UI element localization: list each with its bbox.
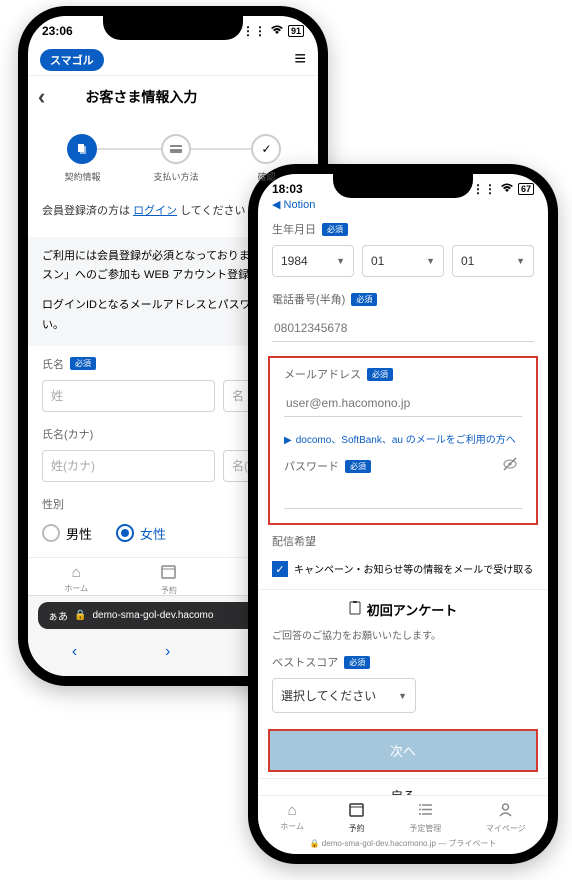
- document-icon: [67, 134, 97, 164]
- check-icon: ✓: [251, 134, 281, 164]
- battery-icon: 91: [288, 25, 304, 37]
- calendar-icon: [349, 802, 364, 821]
- back-icon[interactable]: ‹: [72, 643, 77, 666]
- bestscore-label: ベストスコア 必須: [258, 650, 548, 674]
- signal-icon: ⋮⋮: [472, 182, 496, 196]
- tab-mypage[interactable]: マイページ: [486, 802, 526, 834]
- calendar-icon: [161, 564, 176, 583]
- bestscore-select[interactable]: 選択してください ▼: [272, 678, 416, 713]
- chevron-down-icon: ▼: [516, 256, 525, 266]
- notch: [103, 14, 243, 40]
- time: 23:06: [42, 24, 73, 38]
- user-icon: [498, 802, 513, 821]
- required-badge: 必須: [322, 223, 348, 236]
- tab-home[interactable]: ⌂ ホーム: [64, 564, 88, 596]
- phone-input[interactable]: [272, 315, 534, 342]
- required-badge: 必須: [70, 357, 96, 370]
- carrier-note-link[interactable]: ▶docomo、SoftBank、au のメールをご利用の方へ: [270, 427, 536, 454]
- radio-male[interactable]: 男性: [42, 524, 92, 543]
- chevron-down-icon: ▼: [398, 691, 407, 701]
- required-badge: 必須: [344, 656, 370, 669]
- email-label: メールアドレス 必須: [270, 362, 536, 386]
- card-icon: [161, 134, 191, 164]
- survey-title: 初回アンケート: [258, 589, 548, 623]
- forward-icon[interactable]: ›: [165, 643, 170, 666]
- eye-off-icon[interactable]: [502, 456, 518, 475]
- tab-reserve[interactable]: 予約: [349, 802, 365, 834]
- next-button[interactable]: 次へ: [268, 729, 538, 772]
- tab-schedule[interactable]: 予定管理: [409, 802, 441, 834]
- text-size-icon[interactable]: ぁあ: [48, 608, 68, 623]
- phone-label: 電話番号(半角) 必須: [258, 287, 548, 311]
- stepper: 契約情報 支払い方法 ✓ 確認: [28, 118, 318, 193]
- password-label: パスワード 必須: [270, 454, 536, 478]
- required-badge: 必須: [345, 460, 371, 473]
- menu-icon[interactable]: ≡: [294, 48, 306, 71]
- consent-checkbox-row[interactable]: ✓ キャンペーン・お知らせ等の情報をメールで受け取る: [258, 553, 548, 585]
- step-confirm: ✓ 確認: [251, 134, 281, 183]
- app-header: スマゴル ≡: [28, 42, 318, 76]
- page-title-row: ‹ お客さま情報入力: [28, 76, 318, 118]
- day-select[interactable]: 01▼: [452, 245, 534, 277]
- consent-label: 配信希望: [258, 529, 548, 553]
- home-icon: ⌂: [72, 564, 81, 581]
- password-input[interactable]: [284, 482, 522, 509]
- app-tabbar: ⌂ ホーム 予約 予定管理 マイページ: [258, 795, 548, 840]
- chevron-down-icon: ▼: [426, 256, 435, 266]
- caret-right-icon: ▶: [284, 435, 292, 446]
- year-select[interactable]: 1984▼: [272, 245, 354, 277]
- survey-desc: ご回答のご協力をお願いいたします。: [258, 623, 548, 650]
- phone-right: 18:03 ⋮⋮ 67 ◀ Notion 生年月日 必須 1984▼ 01▼ 0…: [248, 164, 558, 864]
- url-text: demo-sma-gol-dev.hacomo: [92, 610, 213, 621]
- login-link[interactable]: ログイン: [133, 205, 177, 217]
- back-nav[interactable]: ◀ Notion: [258, 198, 548, 217]
- lastname-input[interactable]: [42, 380, 215, 412]
- radio-female[interactable]: 女性: [116, 524, 166, 543]
- time: 18:03: [272, 182, 303, 196]
- list-icon: [418, 802, 433, 821]
- tab-reserve[interactable]: 予約: [161, 564, 177, 596]
- chevron-down-icon: ▼: [336, 256, 345, 266]
- required-badge: 必須: [367, 368, 393, 381]
- page-title: お客さま情報入力: [85, 87, 197, 107]
- required-badge: 必須: [351, 293, 377, 306]
- bottom-url: 🔒 demo-sma-gol-dev.hacomono.jp — プライベート: [258, 835, 548, 852]
- highlighted-auth-section: メールアドレス 必須 ▶docomo、SoftBank、au のメールをご利用の…: [268, 356, 538, 525]
- home-icon: ⌂: [288, 802, 297, 819]
- tab-home[interactable]: ⌂ ホーム: [280, 802, 304, 834]
- logo: スマゴル: [40, 49, 104, 71]
- clipboard-icon: [349, 601, 361, 618]
- lock-icon: 🔒: [74, 610, 86, 621]
- notch: [333, 172, 473, 198]
- email-input[interactable]: [284, 390, 522, 417]
- step-payment: 支払い方法: [153, 134, 198, 183]
- month-select[interactable]: 01▼: [362, 245, 444, 277]
- wifi-icon: [270, 24, 284, 38]
- step-contract: 契約情報: [64, 134, 100, 183]
- wifi-icon: [500, 182, 514, 196]
- checkbox-checked-icon: ✓: [272, 561, 288, 577]
- back-chevron-icon[interactable]: ‹: [38, 84, 45, 110]
- signal-icon: ⋮⋮: [242, 24, 266, 38]
- battery-icon: 67: [518, 183, 534, 195]
- dob-label: 生年月日 必須: [258, 217, 548, 241]
- lastname-kana-input[interactable]: [42, 450, 215, 482]
